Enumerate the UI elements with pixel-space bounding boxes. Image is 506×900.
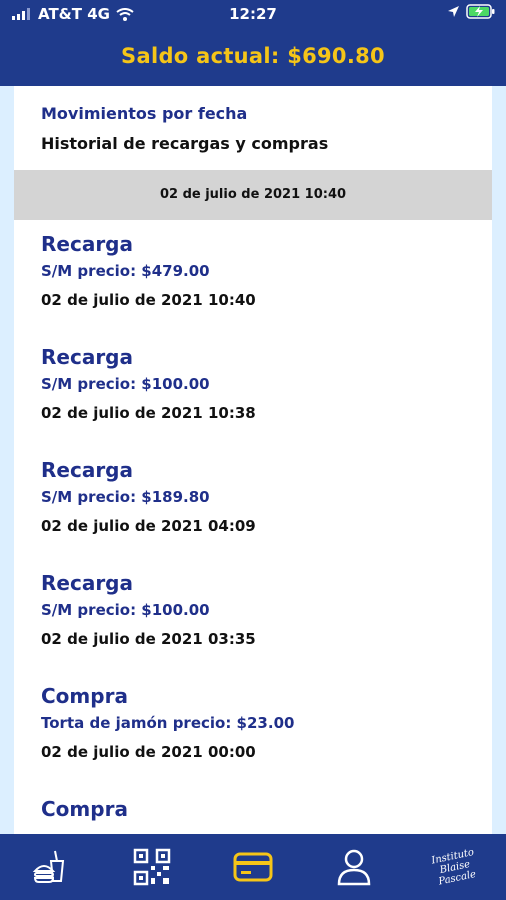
list-item[interactable]: Recarga S/M precio: $189.80 02 de julio … xyxy=(41,458,294,571)
movement-date: 02 de julio de 2021 00:00 xyxy=(41,743,256,761)
movement-date: 02 de julio de 2021 04:09 xyxy=(41,517,256,535)
section-title: Movimientos por fecha xyxy=(41,104,248,123)
nav-card[interactable] xyxy=(223,842,283,892)
movement-date: 02 de julio de 2021 10:38 xyxy=(41,404,256,422)
movement-type: Recarga xyxy=(41,232,133,256)
location-arrow-icon xyxy=(448,6,459,17)
nav-school[interactable]: Instituto Blaise Pascale xyxy=(425,842,485,892)
qr-code-icon xyxy=(133,848,171,886)
movement-detail: S/M precio: $100.00 xyxy=(41,601,210,619)
nav-qr[interactable] xyxy=(122,842,182,892)
right-side-panel xyxy=(492,86,506,834)
movement-type: Recarga xyxy=(41,345,133,369)
movement-date: 02 de julio de 2021 03:35 xyxy=(41,630,256,648)
left-side-panel xyxy=(0,86,14,834)
status-right xyxy=(447,4,496,19)
movement-type: Recarga xyxy=(41,458,133,482)
list-item[interactable]: Recarga S/M precio: $479.00 02 de julio … xyxy=(41,232,294,345)
list-item[interactable]: Recarga S/M precio: $100.00 02 de julio … xyxy=(41,571,294,684)
movement-type: Compra xyxy=(41,797,128,821)
bottom-nav: Instituto Blaise Pascale xyxy=(0,834,506,900)
movement-detail: Torta de jamón precio: $23.00 xyxy=(41,714,295,732)
nav-profile[interactable] xyxy=(324,842,384,892)
date-group-header: 02 de julio de 2021 10:40 xyxy=(14,170,492,220)
movement-date: 02 de julio de 2021 10:40 xyxy=(41,291,256,309)
list-item[interactable]: Recarga S/M precio: $100.00 02 de julio … xyxy=(41,345,294,458)
movement-detail: S/M precio: $189.80 xyxy=(41,488,210,506)
movement-type: Compra xyxy=(41,684,128,708)
nav-food[interactable] xyxy=(21,842,81,892)
status-bar: AT&T 4G 12:27 xyxy=(0,0,506,30)
list-item[interactable]: Compra Torta de jamón precio: $23.00 02 … xyxy=(41,684,294,797)
battery-charging-icon xyxy=(466,4,495,19)
section-subtitle: Historial de recargas y compras xyxy=(41,134,329,153)
status-time: 12:27 xyxy=(229,5,277,23)
movement-detail: S/M precio: $100.00 xyxy=(41,375,210,393)
movement-detail: S/M precio: $479.00 xyxy=(41,262,210,280)
list-item[interactable]: Compra xyxy=(41,797,294,834)
movements-content[interactable]: Movimientos por fecha Historial de recar… xyxy=(14,86,492,834)
movement-type: Recarga xyxy=(41,571,133,595)
card-icon xyxy=(233,852,273,882)
food-icon xyxy=(32,850,64,883)
balance-title: Saldo actual: $690.80 xyxy=(121,44,385,68)
movements-list: Recarga S/M precio: $479.00 02 de julio … xyxy=(41,232,294,834)
user-icon xyxy=(337,849,371,886)
section-header: Movimientos por fecha Historial de recar… xyxy=(14,86,492,153)
school-logo-icon: Instituto Blaise Pascale xyxy=(430,846,478,888)
app-header: AT&T 4G 12:27 Saldo actual: $690.80 xyxy=(0,0,506,86)
